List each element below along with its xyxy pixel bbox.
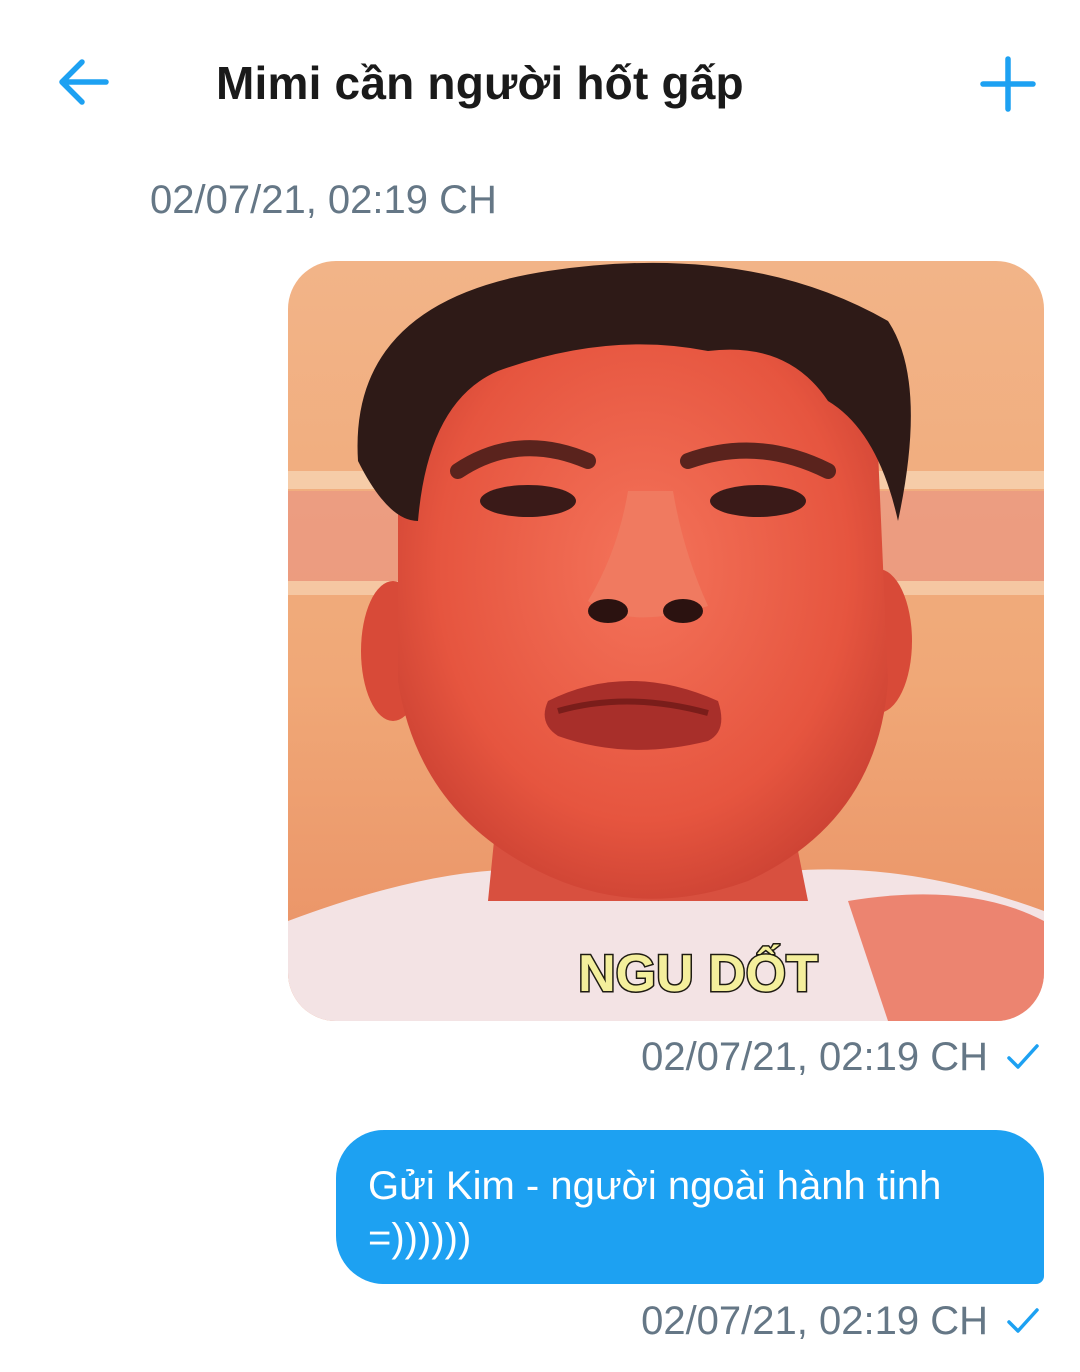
image-message-meta: 02/07/21, 02:19 CH (641, 1032, 1040, 1082)
add-button[interactable] (974, 50, 1042, 118)
meme-photo: NGU DỐT (288, 261, 1044, 1021)
plus-icon (980, 56, 1036, 112)
message-text-line: Gửi Kim - người ngoài hành tinh (368, 1164, 942, 1208)
message-timestamp: 02/07/21, 02:19 CH (641, 1298, 988, 1343)
text-message-bubble[interactable]: Gửi Kim - người ngoài hành tinh =)))))) (336, 1130, 1044, 1284)
conversation-start-timestamp: 02/07/21, 02:19 CH (150, 178, 497, 222)
image-caption: NGU DỐT (578, 944, 818, 1003)
conversation-title: Mimi cần người hốt gấp (216, 57, 744, 109)
message-text-line: =)))))) (368, 1216, 472, 1260)
dm-conversation-screen: Mimi cần người hốt gấp 02/07/21, 02:19 C… (0, 0, 1080, 1372)
image-message[interactable]: NGU DỐT (288, 261, 1044, 1021)
message-timestamp: 02/07/21, 02:19 CH (641, 1034, 988, 1079)
back-button[interactable] (52, 50, 116, 114)
arrow-left-icon (59, 59, 109, 105)
text-message-meta: 02/07/21, 02:19 CH (641, 1296, 1040, 1346)
check-icon (1006, 1306, 1040, 1336)
check-icon (1006, 1042, 1040, 1072)
conversation-header: Mimi cần người hốt gấp (0, 0, 1080, 170)
